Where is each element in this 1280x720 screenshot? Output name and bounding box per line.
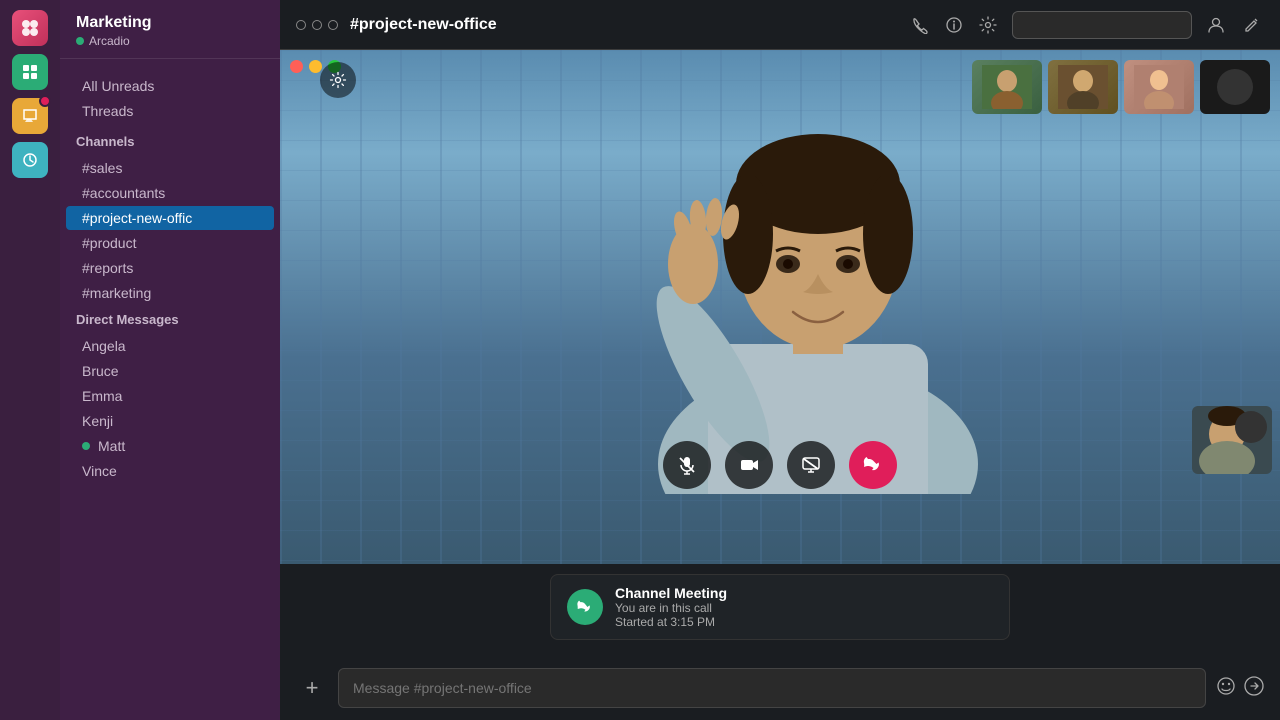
online-indicator: [82, 442, 90, 450]
sidebar-item-bruce[interactable]: Bruce: [66, 359, 274, 383]
call-notification-icon: [567, 589, 603, 625]
workspace-header: Marketing Arcadio: [60, 0, 280, 59]
sidebar-item-project-new-office[interactable]: #project-new-offic: [66, 206, 274, 230]
call-notification-text: Channel Meeting You are in this call Sta…: [615, 585, 993, 629]
call-notification: Channel Meeting You are in this call Sta…: [550, 574, 1010, 640]
status-indicator: [76, 37, 84, 45]
nav-section: All Unreads Threads: [60, 59, 280, 128]
call-subtitle: You are in this call: [615, 601, 993, 615]
channels-title: Channels: [60, 128, 280, 155]
search-box[interactable]: [1012, 11, 1192, 39]
dot-1: [296, 20, 306, 30]
compose-icon[interactable]: [1240, 13, 1264, 37]
screen-share-button[interactable]: [787, 441, 835, 489]
end-call-button[interactable]: [849, 441, 897, 489]
nav-icon-dms[interactable]: [12, 98, 48, 134]
sidebar-item-marketing[interactable]: #marketing: [66, 281, 274, 305]
icon-bar: [0, 0, 60, 720]
settings-icon[interactable]: [976, 13, 1000, 37]
mute-button[interactable]: [663, 441, 711, 489]
sidebar-item-accountants[interactable]: #accountants: [66, 181, 274, 205]
user-icon[interactable]: [1204, 13, 1228, 37]
chat-area: Channel Meeting You are in this call Sta…: [280, 564, 1280, 660]
sidebar-item-emma[interactable]: Emma: [66, 384, 274, 408]
sidebar-item-all-unreads[interactable]: All Unreads: [66, 74, 274, 98]
message-input-bar: +: [280, 660, 1280, 720]
main-speaker: [628, 64, 1008, 494]
dot-2: [312, 20, 322, 30]
message-input[interactable]: [338, 668, 1206, 708]
topbar-icons: [908, 13, 1000, 37]
call-controls: [663, 441, 897, 489]
participant-thumb-2[interactable]: [1048, 60, 1118, 114]
sidebar-item-angela[interactable]: Angela: [66, 334, 274, 358]
info-icon[interactable]: [942, 13, 966, 37]
participant-avatar: [1217, 69, 1253, 105]
call-time: Started at 3:15 PM: [615, 615, 993, 629]
sidebar-item-kenji[interactable]: Kenji: [66, 409, 274, 433]
search-input[interactable]: [1021, 17, 1183, 32]
topbar: #project-new-office: [280, 0, 1280, 50]
camera-button[interactable]: [725, 441, 773, 489]
participant-bottom-right: [1192, 406, 1272, 474]
nav-icon-activity[interactable]: [12, 142, 48, 178]
topbar-window-dots: [296, 20, 338, 30]
main-content: #project-new-office: [280, 0, 1280, 720]
attach-button[interactable]: +: [296, 672, 328, 704]
workspace-name[interactable]: Marketing: [76, 14, 264, 32]
participant-thumb-4[interactable]: [1200, 60, 1270, 114]
participant-thumb-1[interactable]: [972, 60, 1042, 114]
participant-thumb-3[interactable]: [1124, 60, 1194, 114]
channels-section: Channels #sales #accountants #project-ne…: [60, 128, 280, 306]
mini-avatar-dark: [1235, 411, 1267, 443]
dm-badge: [39, 95, 51, 107]
person-svg: [628, 64, 1008, 494]
dm-section: Direct Messages Angela Bruce Emma Kenji …: [60, 306, 280, 484]
sidebar-item-sales[interactable]: #sales: [66, 156, 274, 180]
video-settings-button[interactable]: [320, 62, 356, 98]
dm-title: Direct Messages: [60, 306, 280, 333]
sidebar-item-threads[interactable]: Threads: [66, 99, 274, 123]
minimize-button[interactable]: [309, 60, 322, 73]
sidebar-item-product[interactable]: #product: [66, 231, 274, 255]
sidebar-item-reports[interactable]: #reports: [66, 256, 274, 280]
participants-bar: [972, 60, 1270, 114]
user-status: Arcadio: [76, 34, 264, 48]
nav-icon-home[interactable]: [12, 54, 48, 90]
send-button[interactable]: [1244, 676, 1264, 701]
dot-3: [328, 20, 338, 30]
sidebar-item-matt[interactable]: Matt: [66, 434, 274, 458]
message-input-icons: [1216, 676, 1264, 701]
channel-title: #project-new-office: [350, 16, 896, 34]
participant-mini-container[interactable]: [1192, 406, 1272, 474]
sidebar-item-vince[interactable]: Vince: [66, 459, 274, 483]
close-button[interactable]: [290, 60, 303, 73]
phone-icon[interactable]: [908, 13, 932, 37]
workspace-logo[interactable]: [12, 10, 48, 46]
sidebar: Marketing Arcadio All Unreads Threads Ch…: [60, 0, 280, 720]
video-call-area: [280, 50, 1280, 564]
call-title: Channel Meeting: [615, 585, 993, 601]
user-name: Arcadio: [89, 34, 130, 48]
emoji-button[interactable]: [1216, 676, 1236, 701]
